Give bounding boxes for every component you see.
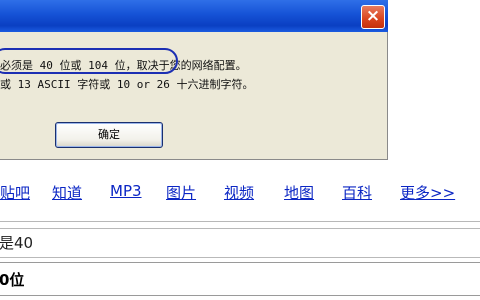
search-input[interactable]: 是40 <box>0 228 480 258</box>
nav-link-map[interactable]: 地图 <box>284 182 314 203</box>
wep-key-dialog: × 必须是 40 位或 104 位，取决于您的网络配置。 或 13 ASCII … <box>0 0 388 160</box>
dialog-titlebar: × <box>0 0 388 32</box>
nav-link-baike[interactable]: 百科 <box>342 182 372 203</box>
close-icon[interactable]: × <box>361 5 385 29</box>
nav-link-images[interactable]: 图片 <box>166 182 196 203</box>
dialog-message-line-2: 或 13 ASCII 字符或 10 or 26 十六进制字符。 <box>0 78 254 91</box>
nav-link-video[interactable]: 视频 <box>224 182 254 203</box>
ok-button[interactable]: 确定 <box>55 122 163 148</box>
nav-link-more[interactable]: 更多>> <box>400 182 455 203</box>
nav-link-mp3[interactable]: MP3 <box>110 182 142 200</box>
nav-link-zhidao[interactable]: 知道 <box>52 182 82 203</box>
suggestion-dropdown: 0位 <box>0 262 480 296</box>
annotation-oval <box>0 48 178 74</box>
suggestion-item[interactable]: 0位 <box>0 269 24 290</box>
nav-divider <box>0 221 480 222</box>
nav-link-tieba[interactable]: 贴吧 <box>0 182 30 203</box>
